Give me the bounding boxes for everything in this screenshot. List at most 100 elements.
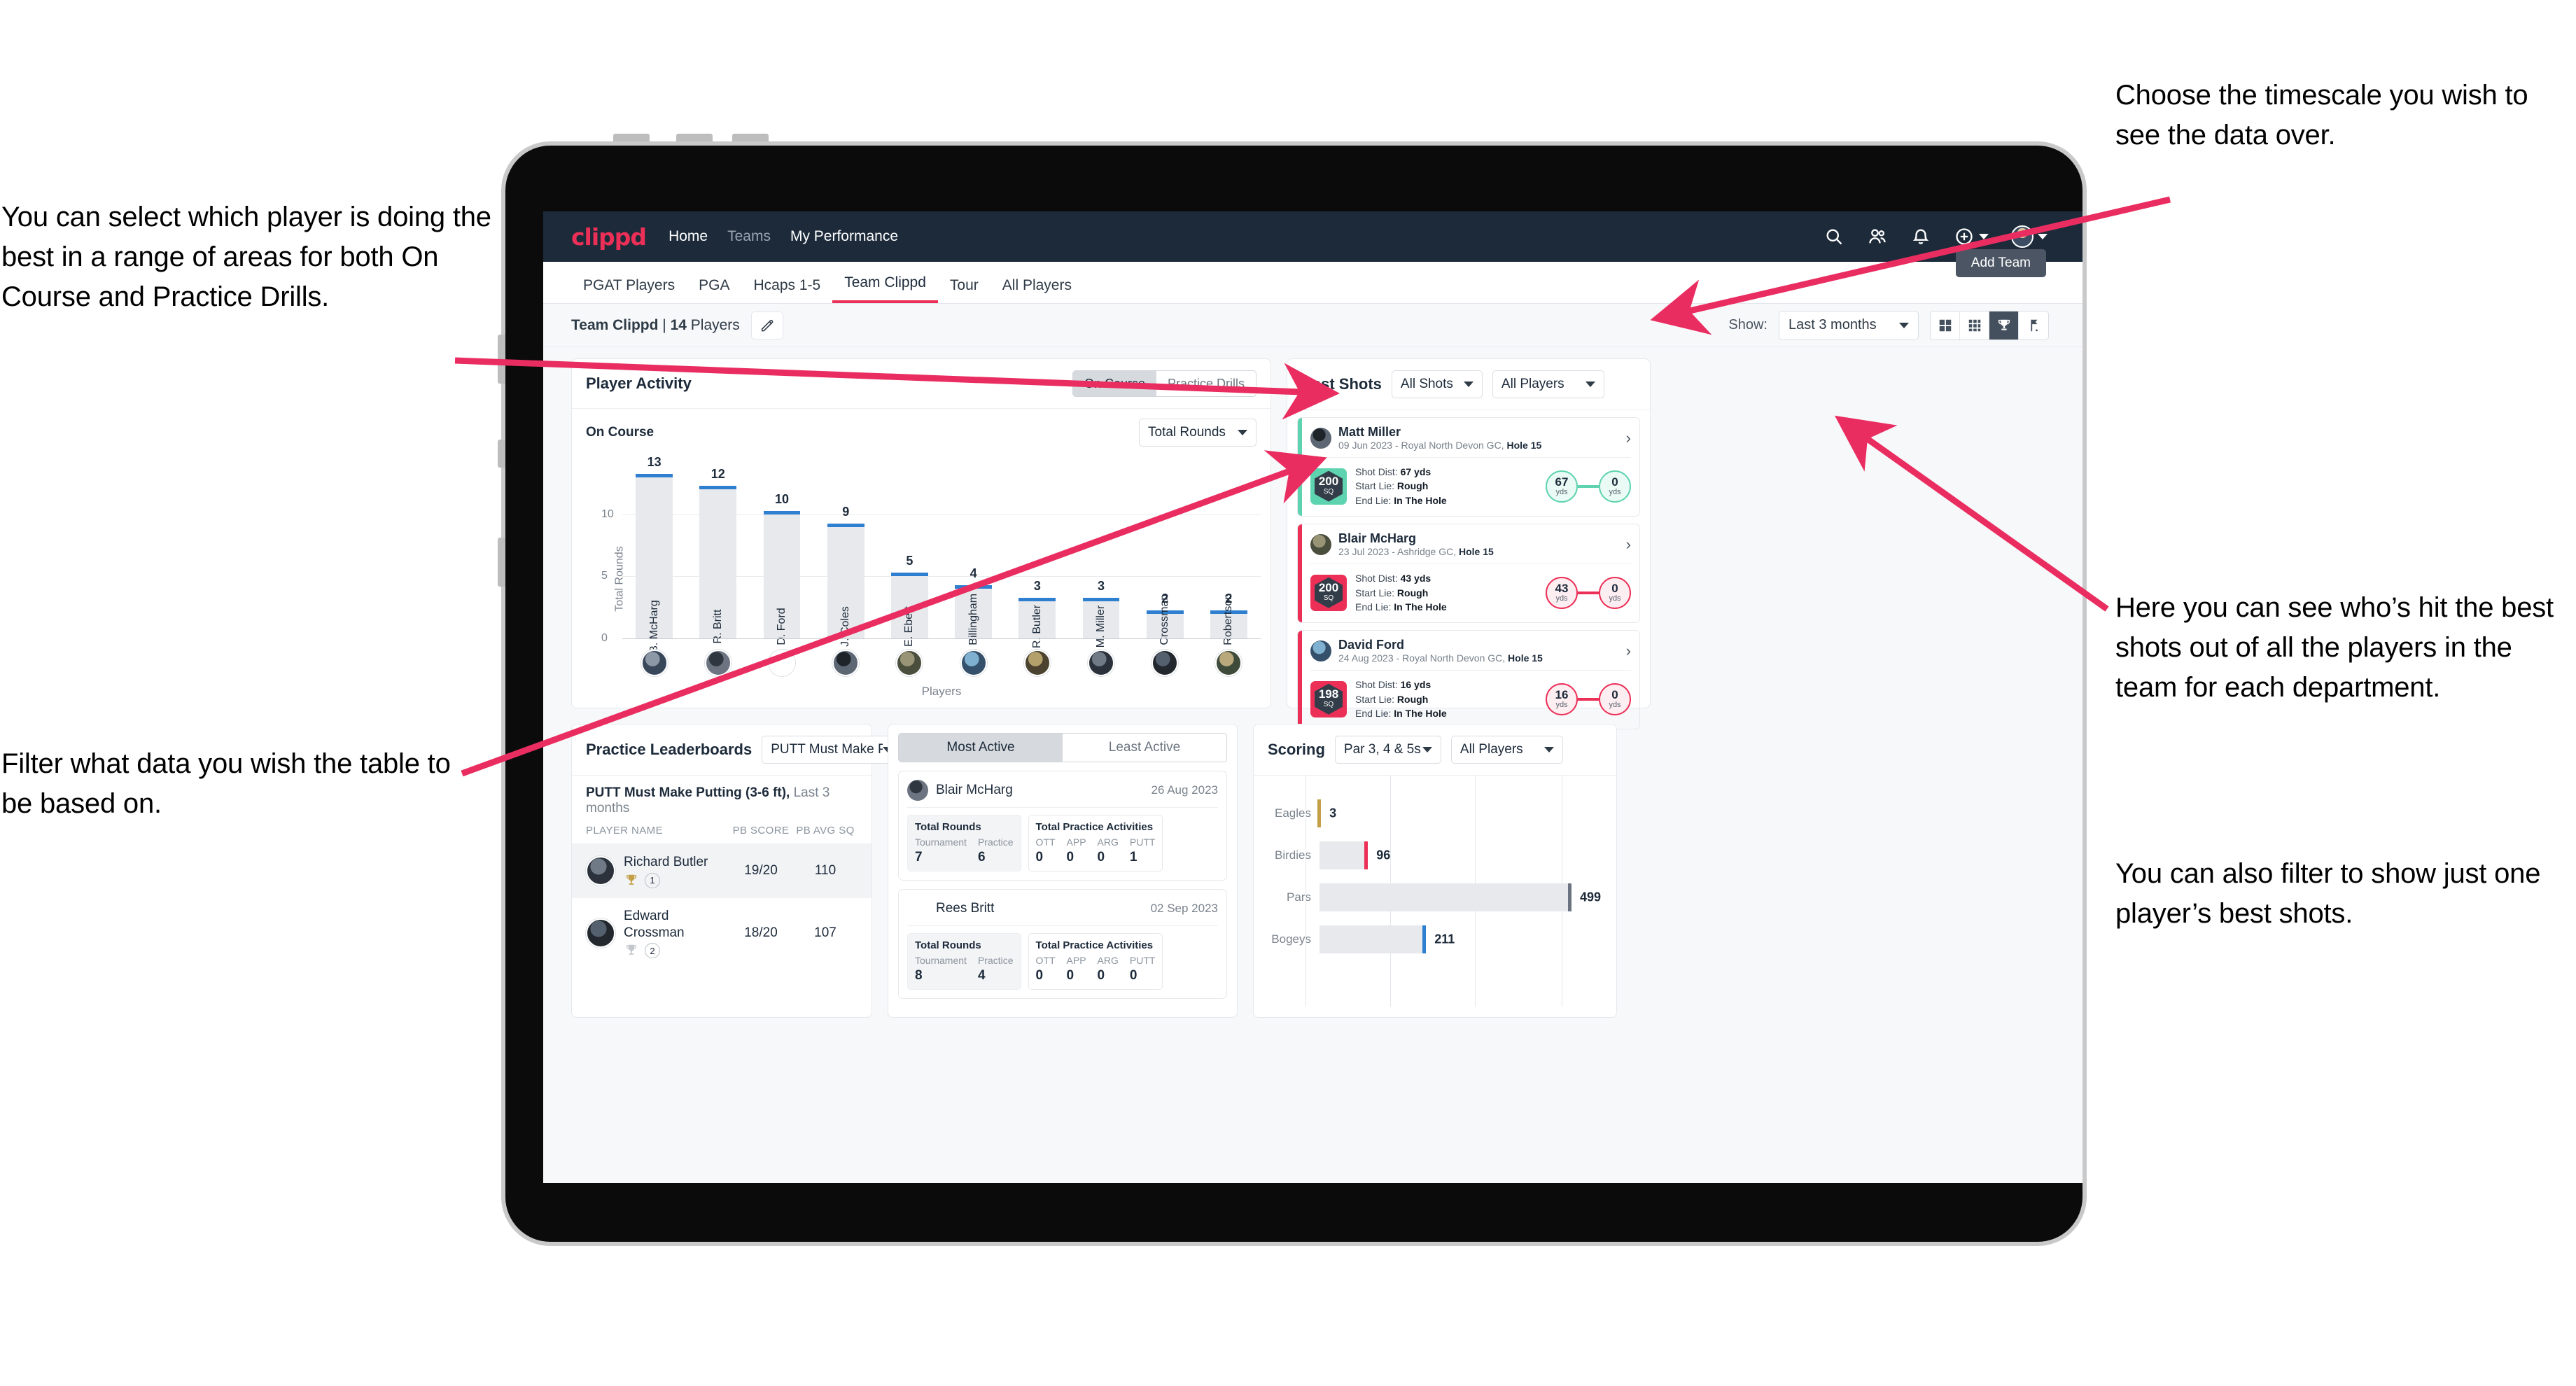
scoring-player-filter-value: All Players [1460, 742, 1523, 757]
player-avatar[interactable] [1310, 428, 1331, 449]
tab-pga[interactable]: PGA [687, 277, 741, 303]
player-avatar[interactable] [586, 918, 615, 948]
scoring-player-filter-select[interactable]: All Players [1450, 736, 1563, 764]
device-side-button-1[interactable] [498, 335, 505, 384]
player-avatar[interactable] [769, 650, 795, 676]
clippd-logo[interactable]: clippd [571, 223, 647, 251]
best-shot-card[interactable]: Blair McHarg 23 Jul 2023 - Ashridge GC, … [1297, 524, 1640, 624]
scoring-row[interactable]: Bogeys 211 [1268, 918, 1602, 960]
best-shots-header: Best Shots All Shots All Players [1287, 359, 1650, 410]
plus-circle-dropdown[interactable] [1954, 226, 1989, 247]
bar-cap [955, 585, 993, 589]
activity-tab-group: Most Active Least Active [898, 733, 1227, 762]
segment-on-course[interactable]: On Course [1072, 371, 1156, 396]
practice-col-label: OTT [1035, 836, 1056, 848]
drill-select[interactable]: PUTT Must Make Putting ... [762, 736, 902, 764]
chevron-right-icon[interactable]: › [1626, 536, 1631, 554]
nav-link-my-performance[interactable]: My Performance [790, 228, 898, 245]
device-button-2[interactable] [676, 134, 713, 141]
bar-slot[interactable]: 12 R. Britt [686, 467, 750, 643]
bell-icon[interactable] [1910, 226, 1931, 247]
scoring-row[interactable]: Pars 499 [1268, 876, 1602, 918]
tab-most-active[interactable]: Most Active [899, 734, 1063, 762]
bar-slot[interactable]: 4 D. Billingham [941, 566, 1005, 659]
player-avatar[interactable] [1215, 650, 1242, 676]
player-avatar[interactable] [1023, 650, 1051, 676]
device-side-button-2[interactable] [498, 440, 505, 468]
bar-cap [699, 486, 737, 490]
tab-all-players[interactable]: All Players [990, 277, 1084, 303]
par-filter-select[interactable]: Par 3, 4 & 5s [1334, 736, 1441, 764]
chevron-down-icon[interactable] [2038, 234, 2047, 239]
nav-link-home[interactable]: Home [668, 228, 708, 245]
chevron-right-icon[interactable]: › [1626, 642, 1631, 660]
tablet-device: clippd Home Teams My Performance PGAT Pl… [498, 134, 2087, 1246]
bar-slot[interactable]: 10 D. Ford [750, 492, 813, 645]
chevron-down-icon[interactable] [1979, 234, 1989, 239]
table-row[interactable]: Richard Butler 1 19/20 110 [572, 844, 872, 898]
activity-item[interactable]: Blair McHarg 26 Aug 2023 Total Rounds To… [898, 771, 1227, 881]
bar-slot[interactable]: 3 R. Butler [1005, 579, 1069, 648]
bar-slot[interactable]: 2 E. Crossman [1133, 592, 1197, 659]
practice-col: APP 0 [1067, 955, 1086, 983]
dumbbell-start-value: 43 [1555, 582, 1569, 596]
player-avatar[interactable] [907, 780, 928, 801]
tab-least-active[interactable]: Least Active [1063, 734, 1226, 762]
annotation-top-left: You can select which player is doing the… [1, 202, 491, 312]
bar-slot[interactable]: 2 C. Robertson [1197, 592, 1261, 659]
search-icon[interactable] [1823, 226, 1844, 247]
chevron-right-icon[interactable]: › [1626, 429, 1631, 447]
device-side-button-3[interactable] [498, 538, 505, 587]
player-avatar[interactable] [704, 650, 732, 676]
practice-col: ARG 0 [1098, 955, 1119, 983]
avatar-cell [941, 650, 1005, 676]
plus-circle-icon[interactable] [1954, 226, 1975, 247]
player-filter-select[interactable]: All Players [1492, 370, 1604, 398]
tab-pgat-players[interactable]: PGAT Players [571, 277, 687, 303]
bar-slot[interactable]: 9 J. Coles [814, 505, 878, 647]
player-avatar[interactable] [960, 650, 987, 676]
device-button-1[interactable] [613, 134, 650, 141]
shot-hole: Hole 15 [1459, 545, 1494, 557]
device-button-3[interactable] [732, 134, 769, 141]
player-avatar[interactable] [1152, 650, 1179, 676]
people-icon[interactable] [1867, 226, 1888, 247]
bar-slot[interactable]: 13 B. McHarg [622, 455, 686, 653]
metric-select[interactable]: Total Rounds [1139, 419, 1256, 447]
sq-value: 200 [1318, 581, 1339, 595]
tab-team-clippd[interactable]: Team Clippd [832, 274, 938, 303]
trophy-icon[interactable] [1989, 311, 2019, 340]
player-avatar[interactable] [1088, 650, 1115, 676]
grid-small-icon[interactable] [1960, 311, 1989, 340]
scoring-value-label: 211 [1434, 932, 1455, 946]
end-lie-label: End Lie: [1355, 707, 1394, 719]
edit-team-button[interactable] [750, 311, 783, 340]
player-avatar[interactable] [1310, 534, 1331, 556]
tab-hcaps-1-5[interactable]: Hcaps 1-5 [741, 277, 832, 303]
player-avatar[interactable] [1310, 640, 1331, 662]
tab-tour[interactable]: Tour [938, 277, 990, 303]
bar-slot[interactable]: 5 E. Ebert [878, 554, 941, 647]
grid-large-icon[interactable] [1931, 311, 1960, 340]
shot-dumbbell: 43 yds 0 yds [1546, 576, 1631, 609]
player-avatar[interactable] [640, 650, 668, 676]
player-avatar[interactable] [586, 856, 615, 886]
timescale-select[interactable]: Last 3 months [1779, 310, 1919, 340]
player-avatar[interactable] [832, 650, 860, 676]
segment-practice-drills[interactable]: Practice Drills [1156, 371, 1256, 396]
avatar-icon[interactable] [2011, 225, 2033, 248]
nav-link-teams[interactable]: Teams [727, 228, 771, 245]
flag-icon[interactable] [2019, 312, 2048, 340]
shot-filter-select[interactable]: All Shots [1391, 370, 1483, 398]
best-shot-card[interactable]: Matt Miller 09 Jun 2023 - Royal North De… [1297, 417, 1640, 517]
player-avatar[interactable] [896, 650, 923, 676]
activity-item[interactable]: Rees Britt 02 Sep 2023 Total Rounds Tour… [898, 889, 1227, 999]
axis-line [622, 638, 1261, 639]
scoring-row[interactable]: Birdies 96 [1268, 834, 1602, 876]
bar-slot[interactable]: 3 M. Miller [1069, 579, 1133, 648]
table-row[interactable]: Edward Crossman 2 18/20 107 [572, 898, 872, 969]
scoring-row[interactable]: Eagles 3 [1268, 792, 1602, 834]
player-avatar[interactable] [907, 898, 928, 919]
user-menu[interactable] [2011, 225, 2047, 248]
best-shot-card[interactable]: David Ford 24 Aug 2023 - Royal North Dev… [1297, 630, 1640, 730]
